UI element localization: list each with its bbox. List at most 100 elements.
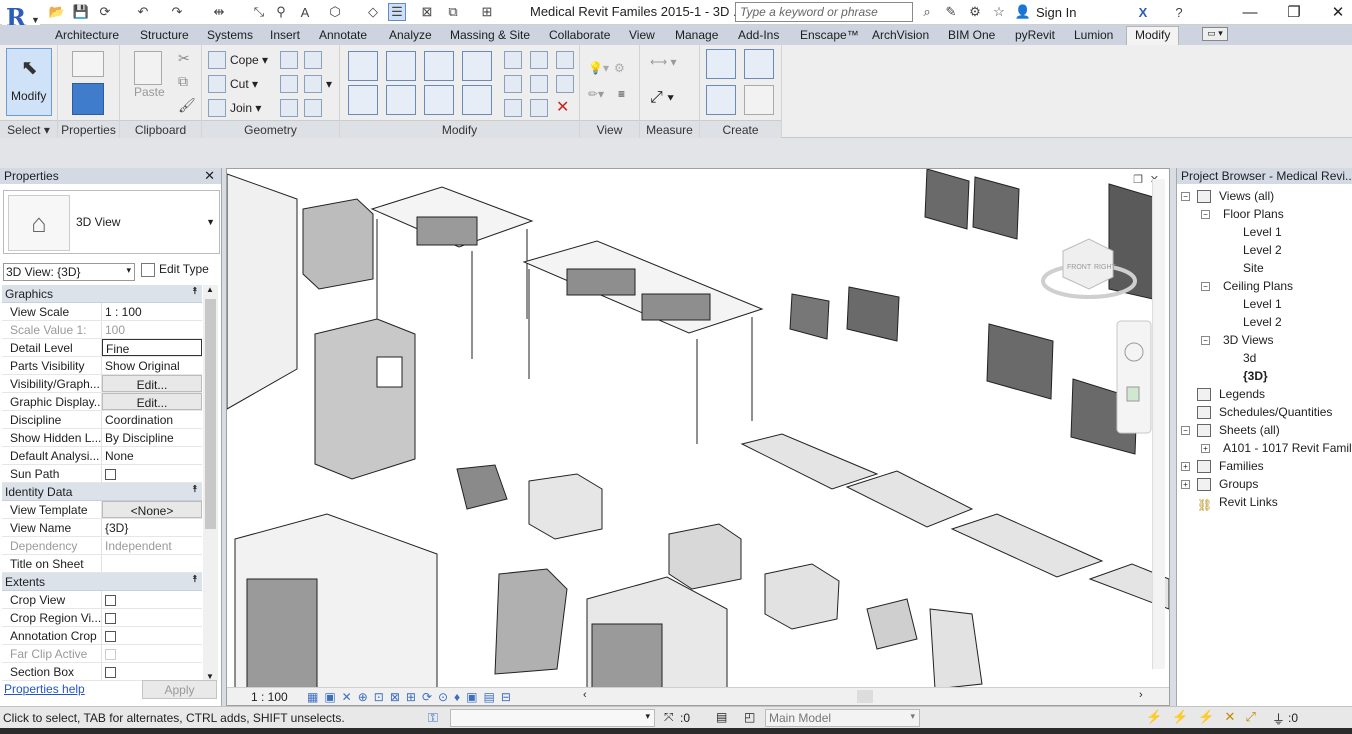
tab-structure[interactable]: Structure <box>140 26 189 45</box>
demolish-button[interactable]: ▾ <box>304 75 332 93</box>
join-button[interactable]: Join ▾ <box>208 99 261 117</box>
cut-button[interactable]: Cut ▾ <box>208 75 258 93</box>
design-option-selector[interactable]: Main Model ▾ <box>765 709 920 727</box>
split-button[interactable] <box>504 51 526 69</box>
override-graphics-icon[interactable]: ⚙ <box>614 61 625 75</box>
default-analysis-field[interactable]: None <box>102 447 202 464</box>
graphic-display-edit-button[interactable]: Edit... <box>102 393 202 410</box>
viewport-restore-icon[interactable]: ❐ <box>1133 173 1143 186</box>
text-icon[interactable]: A <box>296 3 314 21</box>
tab-lumion[interactable]: Lumion <box>1074 26 1113 45</box>
properties-scrollbar[interactable]: ▲ ▼ <box>203 285 218 681</box>
paint-button[interactable] <box>304 51 326 69</box>
beam-join-button[interactable] <box>280 99 302 117</box>
favorites-star-icon[interactable]: ☆ <box>990 3 1008 21</box>
instance-selector[interactable]: 3D View: {3D} ▾ <box>3 263 135 281</box>
navigation-bar[interactable] <box>1116 320 1152 434</box>
aligned-dimension-icon[interactable]: ⤢ ▾ <box>650 89 674 107</box>
delete-icon[interactable]: ✕ <box>556 97 569 117</box>
properties-help-link[interactable]: Properties help <box>4 682 85 696</box>
tab-manage[interactable]: Manage <box>675 26 718 45</box>
search-input[interactable]: Type a keyword or phrase <box>735 2 913 22</box>
close-icon[interactable]: ✕ <box>204 168 215 184</box>
detail-level-field[interactable]: Fine <box>102 339 202 356</box>
copy-icon[interactable]: ⧉ <box>178 73 188 90</box>
trim-single-button[interactable] <box>530 99 552 117</box>
collapse-toggle[interactable]: − <box>1201 336 1210 345</box>
tab-insert[interactable]: Insert <box>270 26 300 45</box>
modify-button[interactable]: ⬉ Modify <box>6 48 52 116</box>
section-graphics[interactable]: Graphics ⯭ <box>2 285 202 303</box>
create-similar-icon[interactable] <box>744 85 774 115</box>
crop-view-checkbox[interactable] <box>105 595 116 606</box>
close-hidden-icon[interactable]: ⊠ <box>418 3 436 21</box>
close-icon[interactable]: ✕ <box>1316 0 1352 24</box>
tab-add-ins[interactable]: Add-Ins <box>738 26 779 45</box>
type-properties-icon[interactable] <box>72 51 104 77</box>
worksets-icon[interactable]: ⚿ <box>428 710 438 726</box>
tab-view[interactable]: View <box>629 26 655 45</box>
tree-node-families[interactable]: Families <box>1219 459 1264 473</box>
tree-node-level-1[interactable]: Level 1 <box>1243 225 1282 239</box>
horizontal-scroll-thumb[interactable] <box>857 690 873 703</box>
tab-architecture[interactable]: Architecture <box>55 26 119 45</box>
collapse-icon[interactable]: ⯭ <box>192 286 198 297</box>
tree-node-ceiling-plans[interactable]: Ceiling Plans <box>1223 279 1293 293</box>
press-drag-icon[interactable]: ⤧ <box>664 710 674 725</box>
cope-button[interactable]: Cope ▾ <box>208 51 268 69</box>
unpin-button[interactable] <box>556 51 578 69</box>
match-properties-icon[interactable]: 🖌 <box>178 97 196 114</box>
tree-node-level-2[interactable]: Level 2 <box>1243 243 1282 257</box>
tree-node-3d-default[interactable]: {3D} <box>1243 369 1268 383</box>
array-button[interactable] <box>504 75 526 93</box>
tree-node-floor-plans[interactable]: Floor Plans <box>1223 207 1284 221</box>
save-icon[interactable]: 💾 <box>72 3 90 21</box>
sync-icon[interactable]: ⟳ <box>96 3 114 21</box>
expand-toggle[interactable]: + <box>1181 462 1190 471</box>
paste-button[interactable]: Paste <box>134 85 165 99</box>
open-icon[interactable]: 📂 <box>48 3 66 21</box>
tree-node-ceiling-level-2[interactable]: Level 2 <box>1243 315 1282 329</box>
wall-joins-button[interactable] <box>280 75 302 93</box>
minimize-icon[interactable]: — <box>1228 0 1272 24</box>
visibility-graphics-edit-button[interactable]: Edit... <box>102 375 202 392</box>
3d-view-icon[interactable]: ⬡ <box>326 3 344 21</box>
hide-in-view-button[interactable]: 💡▾ <box>588 61 609 75</box>
undo-icon[interactable]: ↶ <box>134 3 152 21</box>
create-group-icon[interactable] <box>706 85 736 115</box>
tab-analyze[interactable]: Analyze <box>389 26 432 45</box>
align-dimension-icon[interactable]: ⇹ <box>210 3 228 21</box>
move-icon[interactable] <box>348 85 378 115</box>
scroll-left-icon[interactable]: ‹ <box>583 689 587 701</box>
copy-element-icon[interactable] <box>386 85 416 115</box>
user-icon[interactable]: 👤 <box>1014 3 1032 21</box>
linework-icon[interactable]: ✏▾ <box>588 87 604 101</box>
thin-lines-icon[interactable]: ☰ <box>388 3 406 21</box>
tab-collaborate[interactable]: Collaborate <box>549 26 610 45</box>
show-hidden-lines-field[interactable]: By Discipline <box>102 429 202 446</box>
tab-systems[interactable]: Systems <box>207 26 253 45</box>
scroll-right-icon[interactable]: › <box>1139 689 1143 701</box>
tab-massing-site[interactable]: Massing & Site <box>450 26 530 45</box>
design-options-icon[interactable]: ▤ <box>716 710 727 724</box>
tab-enscape[interactable]: Enscape™ <box>800 26 859 45</box>
subscription-icon[interactable]: ✎ <box>942 3 960 21</box>
tab-archvision[interactable]: ArchVision <box>872 26 929 45</box>
exchange-apps-icon[interactable]: X <box>1134 3 1152 21</box>
pin-button[interactable] <box>556 75 578 93</box>
trim-extend-icon[interactable] <box>462 85 492 115</box>
discipline-field[interactable]: Coordination <box>102 411 202 428</box>
view-scale-control[interactable]: 1 : 100 <box>251 690 288 704</box>
split-gap-button[interactable] <box>530 51 552 69</box>
expand-toggle[interactable]: + <box>1201 444 1210 453</box>
tag-icon[interactable]: ⚲ <box>272 3 290 21</box>
filter-icon[interactable]: ⏚ <box>1272 709 1285 728</box>
collapse-toggle[interactable]: − <box>1201 282 1210 291</box>
selection-filter-icons[interactable]: ⚡⚡⚡✕⤢ <box>1146 709 1266 725</box>
scroll-up-icon[interactable]: ▲ <box>206 285 214 294</box>
measure-between-icon[interactable]: ⟷ ▾ <box>650 55 677 69</box>
binoculars-icon[interactable]: ⌕ <box>918 3 936 21</box>
create-assembly-icon[interactable] <box>706 49 736 79</box>
customize-qat-icon[interactable]: ⊞ <box>478 3 496 21</box>
hammer-button[interactable] <box>304 99 326 117</box>
